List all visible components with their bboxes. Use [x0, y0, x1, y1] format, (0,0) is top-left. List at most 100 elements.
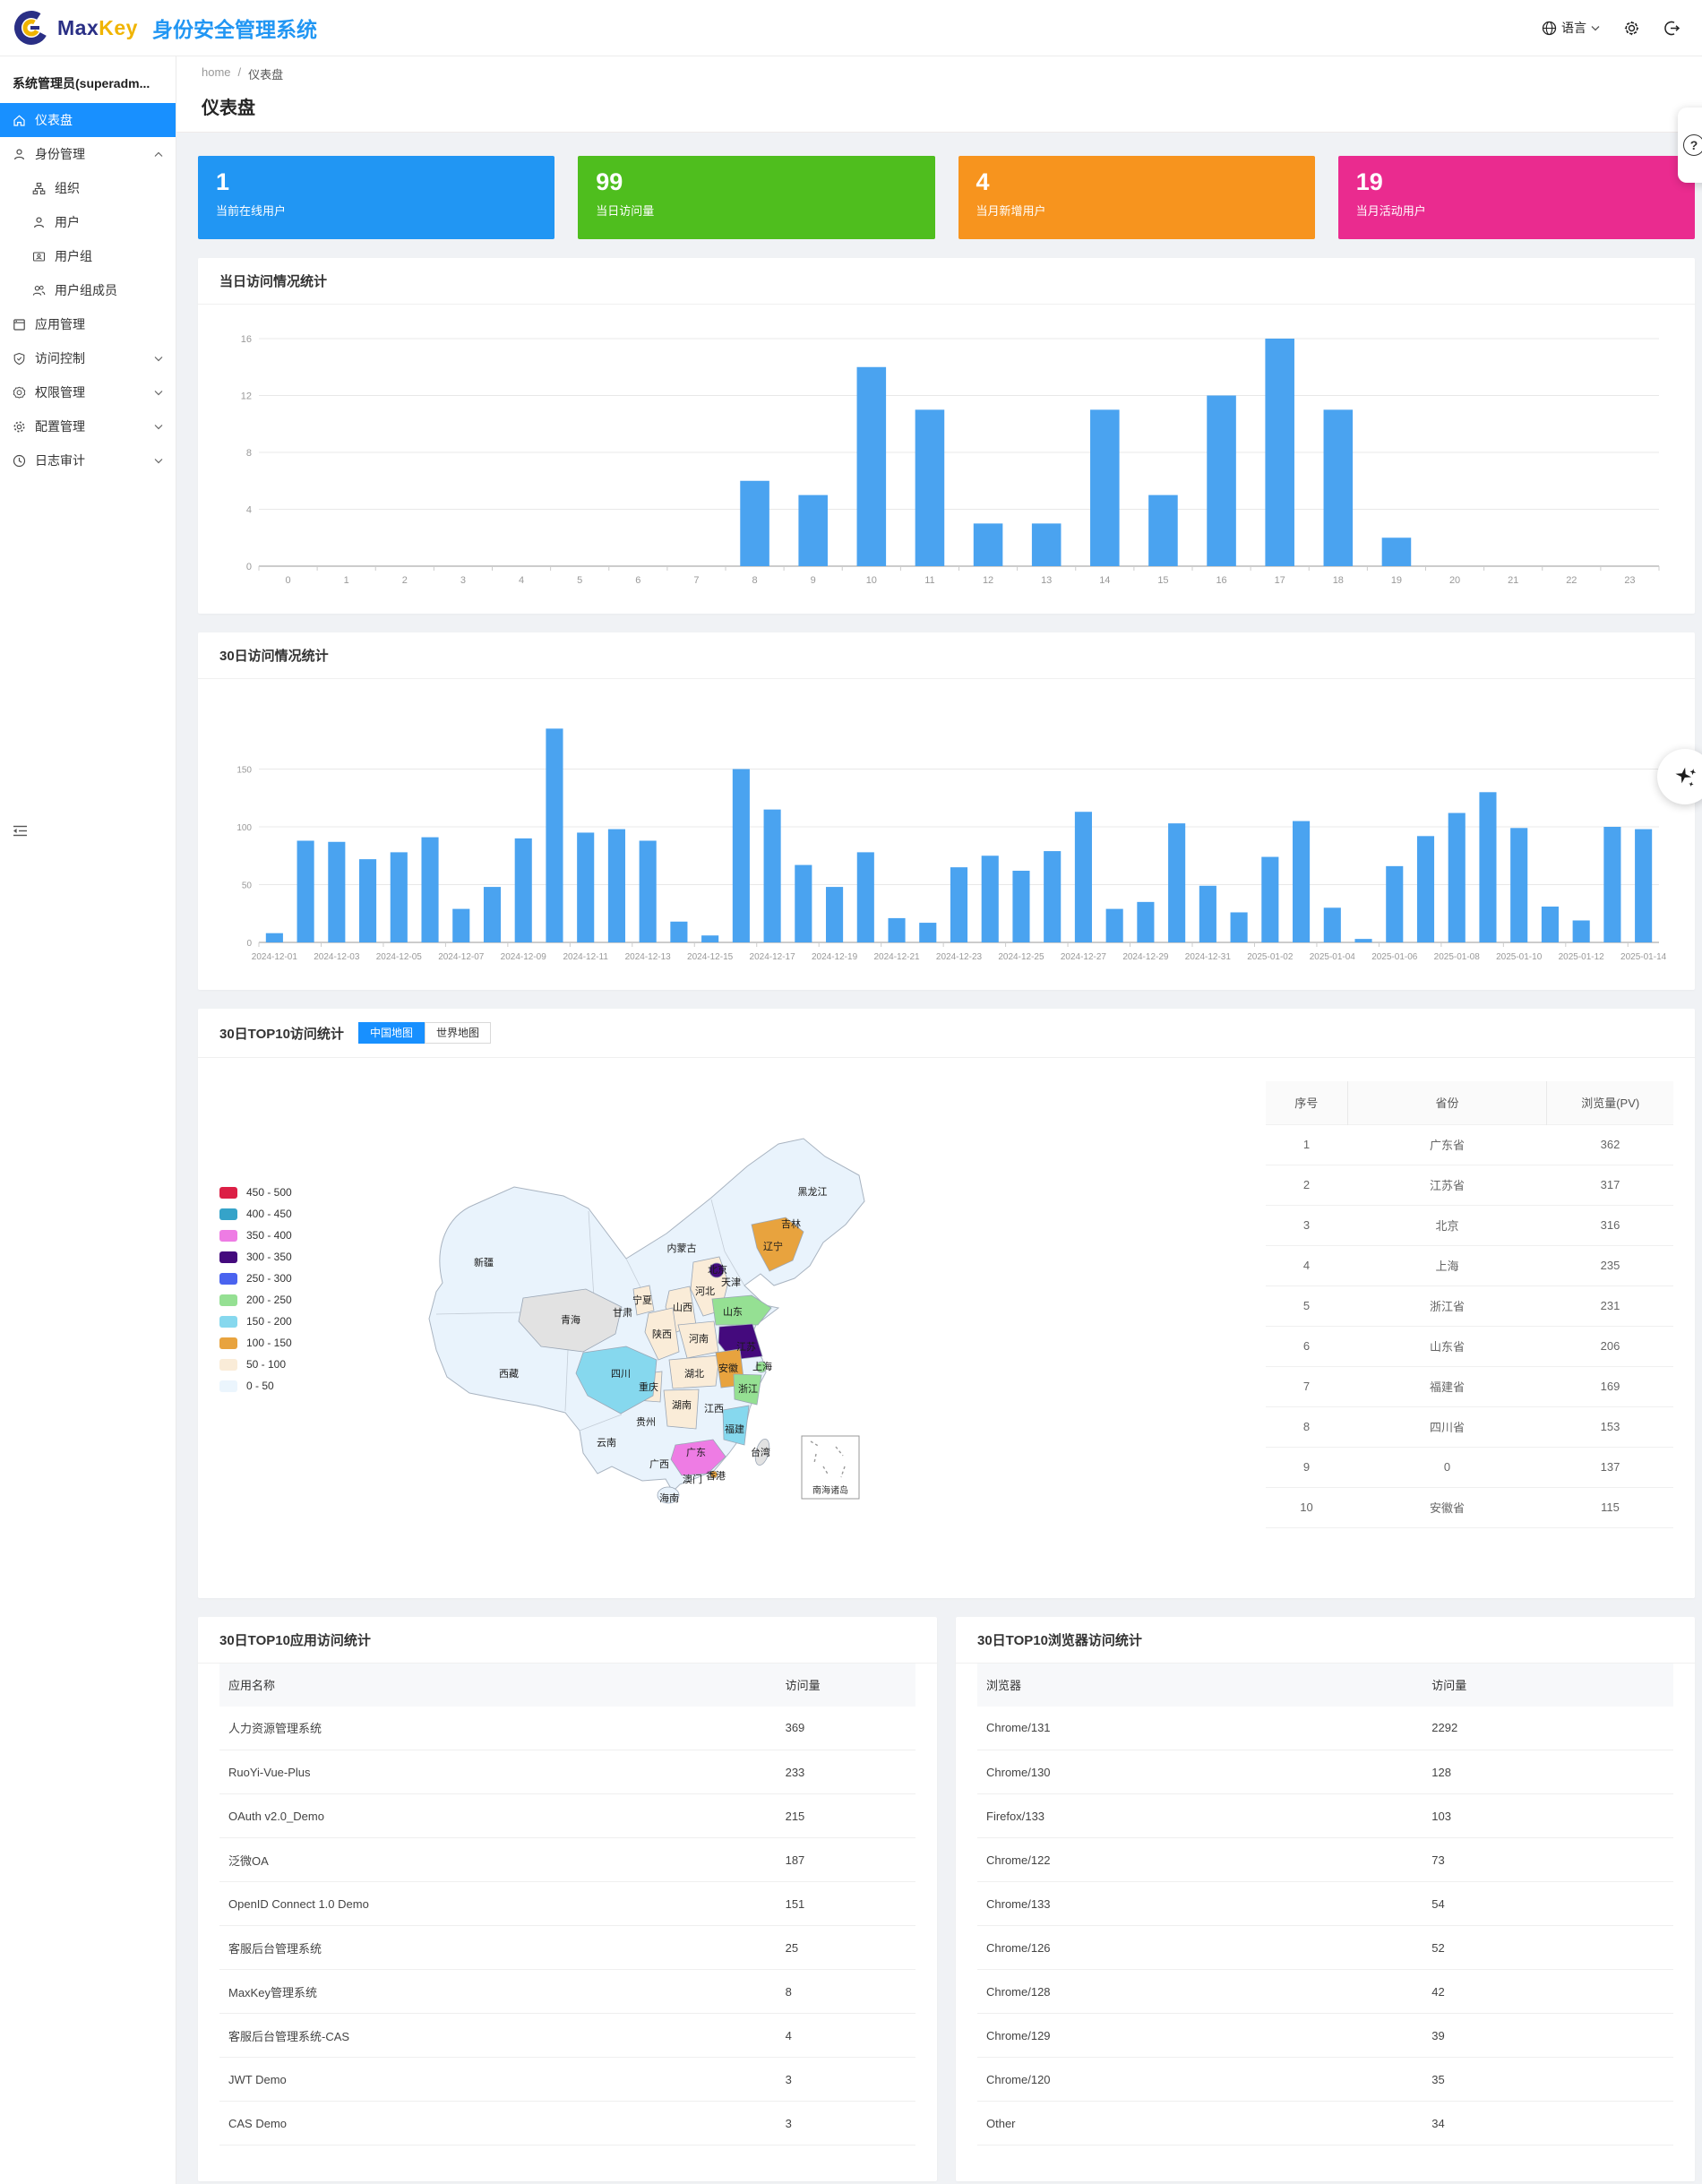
table-cell: 153	[1547, 1406, 1673, 1447]
table-cell: 215	[777, 1794, 915, 1838]
breadcrumb-home[interactable]: home	[202, 65, 231, 82]
svg-text:2024-12-09: 2024-12-09	[501, 952, 547, 962]
table-row: 1广东省362	[1266, 1124, 1673, 1165]
svg-text:南海诸岛: 南海诸岛	[812, 1484, 848, 1496]
table-cell: 34	[1423, 2102, 1673, 2145]
sidebar-item-user-groups[interactable]: 用户组	[0, 239, 176, 273]
svg-text:0: 0	[246, 562, 252, 572]
table-cell: 上海	[1347, 1245, 1547, 1285]
table-cell: 3	[777, 2058, 915, 2102]
bar	[1207, 396, 1236, 567]
sidebar-item-group-members[interactable]: 用户组成员	[0, 273, 176, 307]
province-label: 香港	[706, 1470, 726, 1482]
legend-label: 150 - 200	[246, 1315, 292, 1328]
province-label: 澳门	[683, 1473, 702, 1485]
settings-button[interactable]	[1623, 20, 1640, 37]
svg-text:13: 13	[1041, 575, 1052, 586]
sidebar-collapse-button[interactable]	[13, 824, 28, 842]
panel-title: 30日TOP10浏览器访问统计	[977, 1630, 1142, 1649]
bar	[1261, 857, 1278, 942]
sidebar-item-access-control[interactable]: 访问控制	[0, 341, 176, 375]
sidebar-item-identity-mgmt[interactable]: 身份管理	[0, 137, 176, 171]
svg-text:8: 8	[246, 448, 252, 459]
svg-text:50: 50	[242, 881, 253, 891]
table-cell: Other	[977, 2102, 1423, 2145]
table-cell: 206	[1547, 1326, 1673, 1366]
sidebar-item-organizations[interactable]: 组织	[0, 171, 176, 205]
svg-text:100: 100	[236, 823, 252, 833]
bar	[1479, 792, 1496, 942]
table-cell: 54	[1423, 1882, 1673, 1926]
stat-card-active-users-month[interactable]: 19 当月活动用户	[1338, 156, 1695, 239]
legend-item[interactable]: 100 - 150	[219, 1332, 354, 1354]
logout-button[interactable]	[1663, 20, 1681, 37]
province-label: 浙江	[738, 1383, 758, 1395]
province-label: 重庆	[639, 1380, 658, 1393]
table-cell: 客服后台管理系统-CAS	[219, 2014, 777, 2058]
legend-item[interactable]: 150 - 200	[219, 1311, 354, 1332]
sidebar-item-dashboard[interactable]: 仪表盘	[0, 103, 176, 137]
sidebar-item-users[interactable]: 用户	[0, 205, 176, 239]
bar	[798, 495, 828, 566]
badge-icon	[13, 386, 26, 400]
bar	[1542, 907, 1559, 942]
app-window-icon	[13, 318, 26, 331]
province-label: 云南	[597, 1437, 616, 1449]
svg-text:19: 19	[1391, 575, 1402, 586]
panel-30day-visits: 30日访问情况统计 0501001502024-12-012024-12-032…	[198, 632, 1695, 990]
col-header-browser: 浏览器	[977, 1664, 1423, 1707]
province-label: 新疆	[474, 1256, 494, 1268]
stat-card-daily-visits[interactable]: 99 当日访问量	[578, 156, 934, 239]
sidebar-item-config-mgmt[interactable]: 配置管理	[0, 409, 176, 443]
svg-text:2025-01-14: 2025-01-14	[1620, 952, 1667, 962]
tab-world-map[interactable]: 世界地图	[425, 1022, 491, 1044]
sidebar-item-permission-mgmt[interactable]: 权限管理	[0, 375, 176, 409]
province-label: 四川	[611, 1369, 631, 1380]
legend-item[interactable]: 50 - 100	[219, 1354, 354, 1375]
region-rank-table: 序号 省份 浏览量(PV) 1广东省3622江苏省3173北京3164上海235…	[1266, 1081, 1673, 1528]
person-icon	[13, 148, 26, 161]
table-cell: 73	[1423, 1838, 1673, 1882]
bar	[670, 922, 687, 942]
bar	[297, 840, 314, 942]
language-menu[interactable]: 语言	[1542, 19, 1600, 37]
legend-item[interactable]: 300 - 350	[219, 1246, 354, 1268]
legend-item[interactable]: 250 - 300	[219, 1268, 354, 1289]
svg-text:2024-12-05: 2024-12-05	[376, 952, 423, 962]
help-widget[interactable]: ?	[1678, 107, 1702, 183]
table-cell: 5	[1266, 1285, 1347, 1326]
stat-card-online-users[interactable]: 1 当前在线用户	[198, 156, 554, 239]
svg-text:2025-01-08: 2025-01-08	[1434, 952, 1481, 962]
table-cell: 39	[1423, 2014, 1673, 2058]
admin-account-label: 系统管理员(superadm...	[0, 56, 176, 103]
legend-item[interactable]: 400 - 450	[219, 1203, 354, 1225]
table-row: 人力资源管理系统369	[219, 1707, 915, 1750]
legend-item[interactable]: 200 - 250	[219, 1289, 354, 1311]
table-row: Chrome/12939	[977, 2014, 1673, 2058]
panel-top10-apps: 30日TOP10应用访问统计 应用名称 访问量 人力资源管理系统369R	[198, 1617, 937, 2182]
sidebar-item-audit-log[interactable]: 日志审计	[0, 443, 176, 477]
table-cell: 8	[777, 1970, 915, 2014]
sidebar-item-app-mgmt[interactable]: 应用管理	[0, 307, 176, 341]
table-cell: 169	[1547, 1366, 1673, 1406]
tab-china-map[interactable]: 中国地图	[358, 1022, 425, 1044]
svg-text:0: 0	[286, 575, 291, 586]
stat-card-new-users-month[interactable]: 4 当月新增用户	[958, 156, 1315, 239]
table-cell: 6	[1266, 1326, 1347, 1366]
bar	[391, 852, 408, 942]
panel-title: 30日TOP10访问统计	[219, 1024, 344, 1043]
language-label: 语言	[1561, 19, 1586, 37]
bar	[740, 481, 769, 566]
province-label: 安徽	[718, 1362, 738, 1374]
legend-item[interactable]: 350 - 400	[219, 1225, 354, 1246]
province-label: 黑龙江	[798, 1186, 828, 1198]
svg-text:12: 12	[241, 391, 252, 402]
table-cell: 2	[1266, 1165, 1347, 1205]
table-cell: 4	[1266, 1245, 1347, 1285]
legend-item[interactable]: 450 - 500	[219, 1182, 354, 1203]
table-cell: 四川省	[1347, 1406, 1547, 1447]
brand-logo[interactable]: MaxKey 身份安全管理系统	[13, 9, 317, 47]
table-cell: 泛微OA	[219, 1838, 777, 1882]
legend-item[interactable]: 0 - 50	[219, 1375, 354, 1397]
table-cell: 3	[777, 2102, 915, 2145]
